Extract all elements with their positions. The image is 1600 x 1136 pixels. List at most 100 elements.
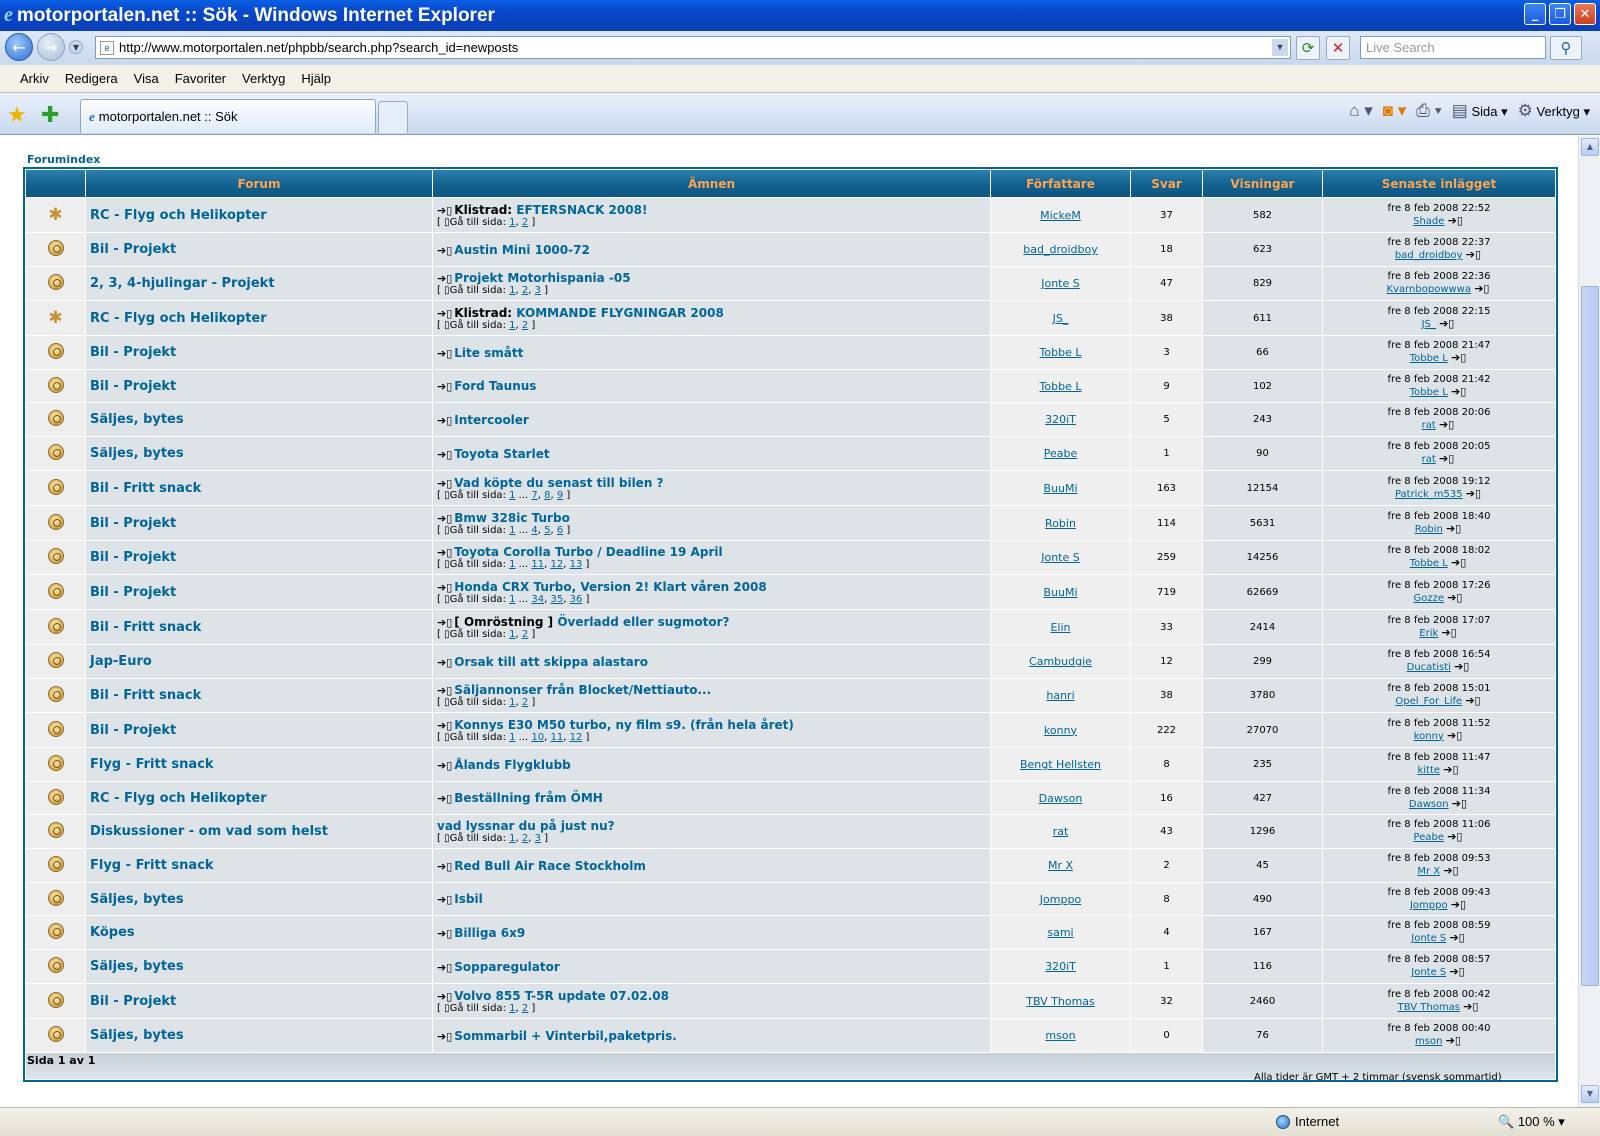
page-link[interactable]: 12 xyxy=(551,559,564,570)
page-link[interactable]: 2 xyxy=(522,697,528,708)
page-link[interactable]: 6 xyxy=(557,525,563,536)
search-input[interactable]: Live Search xyxy=(1360,36,1546,59)
forum-link[interactable]: Bil - Projekt xyxy=(90,345,176,360)
maximize-button[interactable]: ❐ xyxy=(1549,3,1571,25)
last-post-user[interactable]: Tobbe L xyxy=(1410,353,1448,364)
favorites-star-icon[interactable]: ★ xyxy=(7,103,27,128)
topic-link[interactable]: vad lyssnar du på just nu? xyxy=(437,819,615,833)
author-link[interactable]: rat xyxy=(1053,825,1069,838)
newest-post-arrow-icon[interactable]: ➔▯ xyxy=(437,719,452,732)
last-post-user[interactable]: Ducatisti xyxy=(1407,662,1451,673)
author-link[interactable]: Peabe xyxy=(1044,447,1078,460)
forum-link[interactable]: Bil - Fritt snack xyxy=(90,481,201,496)
newest-post-arrow-icon[interactable]: ➔▯ xyxy=(437,961,452,974)
forum-link[interactable]: Säljes, bytes xyxy=(90,892,184,907)
newest-post-arrow-icon[interactable]: ➔▯ xyxy=(437,792,452,805)
newest-post-arrow-icon[interactable]: ➔▯ xyxy=(437,307,452,320)
menu-verktyg[interactable]: Verktyg xyxy=(242,71,285,86)
topic-link[interactable]: Toyota Starlet xyxy=(454,447,549,461)
menu-favoriter[interactable]: Favoriter xyxy=(175,71,226,86)
newest-post-arrow-icon[interactable]: ➔▯ xyxy=(1449,965,1464,978)
newest-post-arrow-icon[interactable]: ➔▯ xyxy=(1474,282,1489,295)
last-post-user[interactable]: Dawson xyxy=(1409,799,1449,810)
topic-link[interactable]: Bmw 328ic Turbo xyxy=(454,511,570,525)
author-link[interactable]: hanri xyxy=(1046,689,1074,702)
newest-post-arrow-icon[interactable]: ➔▯ xyxy=(1452,797,1467,810)
topic-link[interactable]: Isbil xyxy=(454,892,482,906)
forum-link[interactable]: Diskussioner - om vad som helst xyxy=(90,824,328,839)
forum-link[interactable]: Bil - Projekt xyxy=(90,994,176,1009)
newest-post-arrow-icon[interactable]: ➔▯ xyxy=(1466,248,1481,261)
last-post-user[interactable]: Tobbe L xyxy=(1410,387,1448,398)
author-link[interactable]: Jonte S xyxy=(1041,551,1080,564)
last-post-user[interactable]: Jonte S xyxy=(1411,933,1446,944)
topic-link[interactable]: Vad köpte du senast till bilen ? xyxy=(454,476,663,490)
newest-post-arrow-icon[interactable]: ➔▯ xyxy=(1446,1034,1461,1047)
topic-link[interactable]: Intercooler xyxy=(454,413,529,427)
topic-link[interactable]: Ford Taunus xyxy=(454,379,536,393)
last-post-user[interactable]: TBV Thomas xyxy=(1398,1002,1460,1013)
forum-link[interactable]: Flyg - Fritt snack xyxy=(90,858,214,873)
forum-link[interactable]: Säljes, bytes xyxy=(90,446,184,461)
newest-post-arrow-icon[interactable]: ➔▯ xyxy=(1463,1000,1478,1013)
newest-post-arrow-icon[interactable]: ➔▯ xyxy=(437,380,452,393)
newest-post-arrow-icon[interactable]: ➔▯ xyxy=(437,244,452,257)
menu-visa[interactable]: Visa xyxy=(134,71,159,86)
menu-hjalp[interactable]: Hjälp xyxy=(301,71,331,86)
newest-post-arrow-icon[interactable]: ➔▯ xyxy=(437,204,452,217)
newest-post-arrow-icon[interactable]: ➔▯ xyxy=(1454,660,1469,673)
forum-link[interactable]: Bil - Projekt xyxy=(90,516,176,531)
search-icon[interactable]: ⚲ xyxy=(1550,36,1582,60)
newest-post-arrow-icon[interactable]: ➔▯ xyxy=(437,616,452,629)
author-link[interactable]: bad_droidboy xyxy=(1023,243,1097,256)
tools-menu[interactable]: ⚙ Verktyg ▾ xyxy=(1518,101,1590,121)
last-post-user[interactable]: Patrick_m535 xyxy=(1395,489,1463,500)
topic-link[interactable]: Billiga 6x9 xyxy=(454,926,525,940)
page-link[interactable]: 34 xyxy=(531,594,544,605)
menu-arkiv[interactable]: Arkiv xyxy=(20,71,49,86)
address-field[interactable]: e http://www.motorportalen.net/phpbb/sea… xyxy=(95,36,1291,59)
stop-icon[interactable]: ✕ xyxy=(1326,36,1350,60)
page-link[interactable]: 10 xyxy=(531,732,544,743)
author-link[interactable]: Jonte S xyxy=(1041,277,1080,290)
forum-link[interactable]: 2, 3, 4-hjulingar - Projekt xyxy=(90,276,275,291)
feeds-icon[interactable]: ◙ ▾ xyxy=(1383,101,1407,121)
topic-link[interactable]: Austin Mini 1000-72 xyxy=(454,243,590,257)
last-post-user[interactable]: bad_droidboy xyxy=(1395,250,1463,261)
forward-button[interactable]: → xyxy=(37,33,65,61)
newest-post-arrow-icon[interactable]: ➔▯ xyxy=(1443,864,1458,877)
author-link[interactable]: 320iT xyxy=(1045,413,1076,426)
page-link[interactable]: 3 xyxy=(535,833,541,844)
forum-link[interactable]: Bil - Projekt xyxy=(90,379,176,394)
last-post-user[interactable]: Opel_For_Life xyxy=(1395,696,1462,707)
forum-link[interactable]: Jap-Euro xyxy=(90,654,152,669)
newest-post-arrow-icon[interactable]: ➔▯ xyxy=(1447,729,1462,742)
last-post-user[interactable]: mson xyxy=(1415,1036,1442,1047)
scroll-down-icon[interactable]: ▼ xyxy=(1581,1085,1599,1103)
forum-link[interactable]: Säljes, bytes xyxy=(90,959,184,974)
newest-post-arrow-icon[interactable]: ➔▯ xyxy=(437,414,452,427)
topic-link[interactable]: Sommarbil + Vinterbil,paketpris. xyxy=(454,1029,677,1043)
vertical-scrollbar[interactable]: ▲ ▼ xyxy=(1578,136,1600,1107)
author-link[interactable]: Robin xyxy=(1045,517,1076,530)
page-link[interactable]: 2 xyxy=(522,320,528,331)
page-link[interactable]: 12 xyxy=(570,732,583,743)
forum-link[interactable]: Bil - Projekt xyxy=(90,550,176,565)
newest-post-arrow-icon[interactable]: ➔▯ xyxy=(437,759,452,772)
newest-post-arrow-icon[interactable]: ➔▯ xyxy=(1448,214,1463,227)
newest-post-arrow-icon[interactable]: ➔▯ xyxy=(1439,452,1454,465)
author-link[interactable]: BuuMi xyxy=(1043,586,1077,599)
forum-link[interactable]: RC - Flyg och Helikopter xyxy=(90,791,267,806)
author-link[interactable]: mson xyxy=(1045,1029,1075,1042)
newest-post-arrow-icon[interactable]: ➔▯ xyxy=(437,684,452,697)
page-menu[interactable]: ▤ Sida ▾ xyxy=(1452,101,1508,121)
last-post-user[interactable]: Peabe xyxy=(1414,832,1444,843)
author-link[interactable]: JS_ xyxy=(1053,312,1069,325)
last-post-user[interactable]: kitte xyxy=(1417,765,1440,776)
back-button[interactable]: ← xyxy=(5,33,33,61)
last-post-user[interactable]: rat xyxy=(1422,420,1436,431)
address-dropdown-icon[interactable]: ▼ xyxy=(1272,39,1288,56)
print-icon[interactable]: ⎙ ▾ xyxy=(1416,101,1441,121)
page-link[interactable]: 35 xyxy=(551,594,564,605)
last-post-user[interactable]: Gozze xyxy=(1414,593,1445,604)
